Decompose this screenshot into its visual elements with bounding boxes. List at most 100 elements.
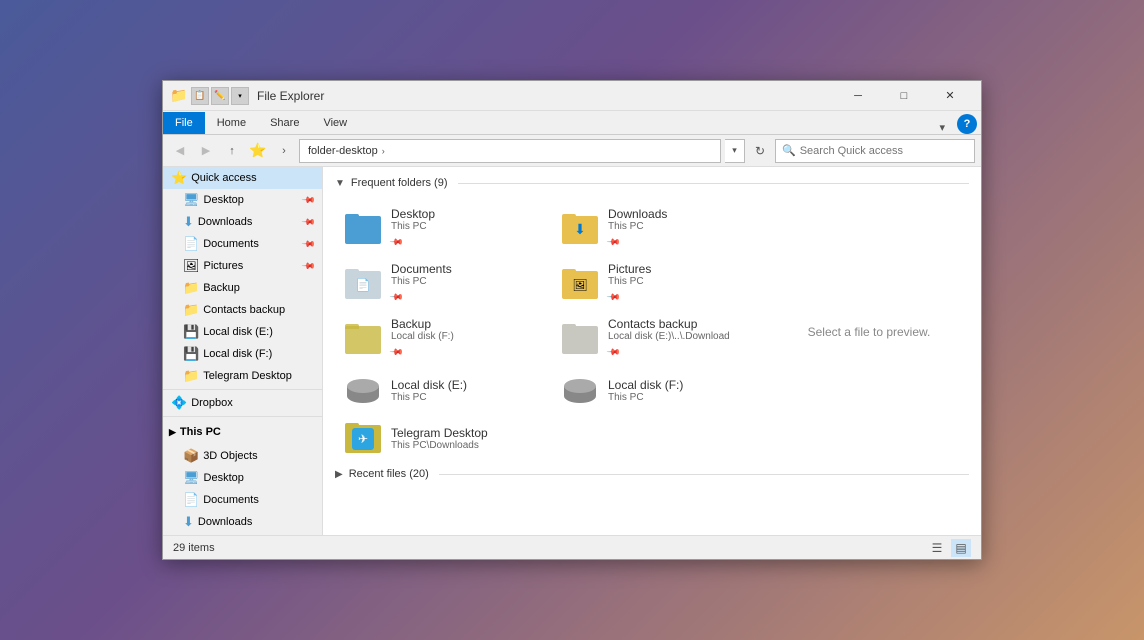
window-icon: 📁 — [171, 88, 187, 104]
downloads-folder-icon: ⬇ — [560, 211, 600, 247]
telegram-folder-info: Telegram Desktop This PC\Downloads — [391, 426, 544, 451]
folder-local-e[interactable]: Local disk (E:) This PC — [335, 366, 552, 414]
tab-home[interactable]: Home — [205, 112, 258, 134]
sidebar-item-downloads-pc[interactable]: ⬇ Downloads — [163, 511, 322, 533]
address-dropdown[interactable]: ▾ — [725, 139, 745, 163]
search-input[interactable] — [800, 145, 968, 157]
maximize-button[interactable]: □ — [881, 81, 927, 111]
folder-subtitle: This PC — [608, 392, 761, 403]
tool-icon-1[interactable]: 📋 — [191, 87, 209, 105]
sidebar-item-label: Downloads — [198, 216, 299, 228]
sidebar-item-label: Documents — [203, 238, 299, 250]
sidebar-item-documents[interactable]: 📄 Documents 📌 — [163, 233, 322, 255]
folder-telegram[interactable]: ✈ Telegram Desktop This PC\Downloads — [335, 414, 552, 462]
backup-folder-icon — [343, 321, 383, 357]
pictures-folder-icon: 🖼 — [560, 266, 600, 302]
frequent-folders-content: Desktop This PC 📌 📄 — [335, 201, 969, 462]
close-button[interactable]: ✕ — [927, 81, 973, 111]
main-content: ⭐ Quick access 🖥 Desktop 📌 ⬇ Downloads 📌… — [163, 167, 981, 535]
folder-backup[interactable]: Backup Local disk (F:) 📌 — [335, 311, 552, 366]
tab-view[interactable]: View — [311, 112, 359, 134]
folder-desktop[interactable]: Desktop This PC 📌 — [335, 201, 552, 256]
folder-subtitle: This PC — [391, 276, 544, 287]
details-view-button[interactable]: ▤ — [951, 539, 971, 557]
folder-downloads[interactable]: ⬇ Downloads This PC 📌 — [552, 201, 769, 256]
downloads-icon: ⬇ — [183, 214, 194, 230]
frequent-folders-header[interactable]: ▼ Frequent folders (9) — [335, 175, 969, 191]
quick-access-icon: ⭐ — [171, 170, 187, 186]
status-bar: 29 items ☰ ▤ — [163, 535, 981, 559]
tab-file[interactable]: File — [163, 112, 205, 134]
disk-e-icon — [343, 372, 383, 408]
folder-name: Downloads — [608, 207, 761, 221]
tab-share[interactable]: Share — [258, 112, 311, 134]
sidebar-item-documents-pc[interactable]: 📄 Documents — [163, 489, 322, 511]
pin-icon: 📌 — [301, 214, 317, 230]
folder-subtitle: This PC — [608, 221, 761, 232]
folders-left: Desktop This PC 📌 📄 — [335, 201, 552, 462]
sidebar-item-local-disk-f[interactable]: 💾 Local disk (F:) — [163, 343, 322, 365]
sidebar-item-dropbox[interactable]: 💠 Dropbox — [163, 392, 322, 414]
window-title: File Explorer — [257, 89, 835, 103]
sidebar-item-label: Desktop — [204, 472, 314, 484]
documents-folder-icon: 📄 — [343, 266, 383, 302]
sidebar-item-pictures[interactable]: 🖼 Pictures 📌 — [163, 255, 322, 277]
search-icon: 🔍 — [782, 144, 796, 157]
downloads-folder-info: Downloads This PC 📌 — [608, 207, 761, 250]
frequent-folders-label: Frequent folders (9) — [351, 177, 448, 189]
sidebar-item-downloads[interactable]: ⬇ Downloads 📌 — [163, 211, 322, 233]
sidebar-item-telegram[interactable]: 📁 Telegram Desktop — [163, 365, 322, 387]
sidebar-item-label: Quick access — [191, 172, 314, 184]
folder-local-f[interactable]: Local disk (F:) This PC — [552, 366, 769, 414]
quick-access-toolbar-dropdown[interactable]: ▾ — [231, 87, 249, 105]
sidebar-item-backup[interactable]: 📁 Backup — [163, 277, 322, 299]
address-path[interactable]: folder-desktop › — [299, 139, 721, 163]
recent-files-chevron: ▶ — [335, 469, 343, 480]
local-disk-f-icon: 💾 — [183, 346, 199, 362]
sidebar-item-desktop[interactable]: 🖥 Desktop 📌 — [163, 189, 322, 211]
refresh-button[interactable]: ↻ — [749, 140, 771, 162]
dropbox-icon: 💠 — [171, 395, 187, 411]
tool-icon-2[interactable]: ✏️ — [211, 87, 229, 105]
folder-name: Local disk (E:) — [391, 378, 544, 392]
folder-name: Desktop — [391, 207, 544, 221]
minimize-button[interactable]: ─ — [835, 81, 881, 111]
folder-subtitle: Local disk (E:)\..\.Download — [608, 331, 761, 342]
sidebar-item-label: Pictures — [204, 260, 299, 272]
frequent-folders-chevron: ▼ — [335, 178, 345, 189]
sidebar-item-3d-objects[interactable]: 📦 3D Objects — [163, 445, 322, 467]
title-bar-tools: 📋 ✏️ ▾ — [191, 87, 249, 105]
sidebar-item-desktop-pc[interactable]: 🖥 Desktop — [163, 467, 322, 489]
folder-subtitle: This PC\Downloads — [391, 440, 544, 451]
forward-button[interactable]: ▶ — [195, 140, 217, 162]
folder-documents[interactable]: 📄 Documents This PC 📌 — [335, 256, 552, 311]
pin-to-quick-access[interactable]: ⭐ — [247, 140, 269, 162]
search-box: 🔍 — [775, 139, 975, 163]
up-button[interactable]: ↑ — [221, 140, 243, 162]
documents-icon: 📄 — [183, 236, 199, 252]
folder-contacts-backup[interactable]: Contacts backup Local disk (E:)\..\.Down… — [552, 311, 769, 366]
folder-pictures[interactable]: 🖼 Pictures This PC 📌 — [552, 256, 769, 311]
sidebar-item-contacts-backup[interactable]: 📁 Contacts backup — [163, 299, 322, 321]
disk-f-svg — [562, 376, 598, 404]
desktop-pc-icon: 🖥 — [183, 470, 200, 486]
sidebar-item-local-disk-e[interactable]: 💾 Local disk (E:) — [163, 321, 322, 343]
sidebar-item-quick-access[interactable]: ⭐ Quick access — [163, 167, 322, 189]
backup-icon: 📁 — [183, 280, 199, 296]
sidebar-this-pc[interactable]: ▶ This PC — [163, 419, 322, 445]
documents-pc-icon: 📄 — [183, 492, 199, 508]
sidebar-item-label: Documents — [203, 494, 314, 506]
folder-name: Pictures — [608, 262, 761, 276]
help-button[interactable]: ? — [957, 114, 977, 134]
section-divider — [458, 183, 969, 184]
path-end-chevron: › — [382, 146, 385, 156]
pin-indicator: 📌 — [606, 235, 622, 251]
back-button[interactable]: ◀ — [169, 140, 191, 162]
local-e-info: Local disk (E:) This PC — [391, 378, 544, 403]
folder-subtitle: This PC — [391, 392, 544, 403]
recent-files-header[interactable]: ▶ Recent files (20) — [335, 466, 969, 482]
list-view-button[interactable]: ☰ — [927, 539, 947, 557]
pin-indicator: 📌 — [606, 345, 622, 361]
chevron-icon: ▶ — [169, 427, 176, 438]
ribbon-expand[interactable]: ▾ — [931, 121, 953, 134]
